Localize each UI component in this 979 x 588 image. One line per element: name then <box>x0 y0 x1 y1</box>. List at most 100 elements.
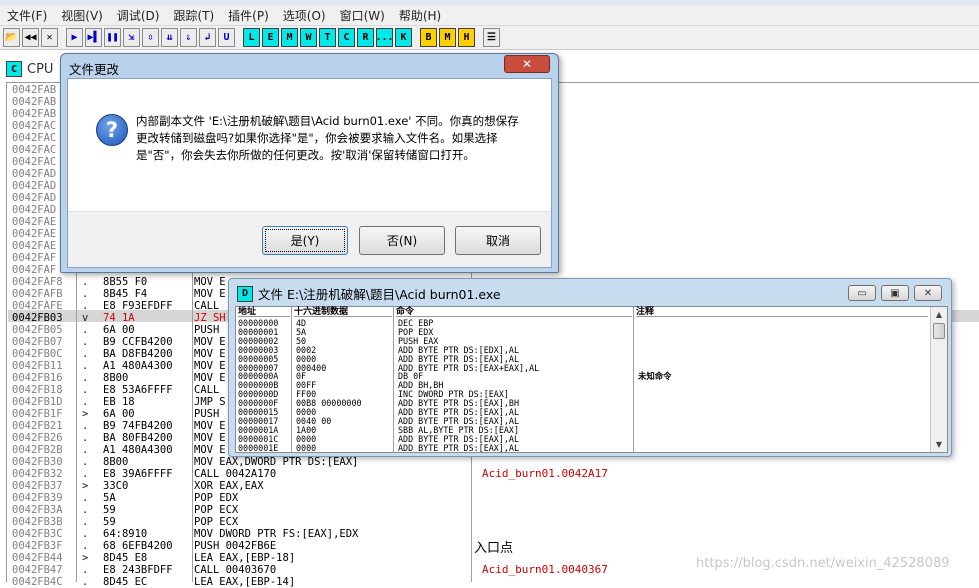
address: 0042FAE <box>12 216 57 228</box>
toolbar-button-m[interactable]: M <box>281 28 298 47</box>
header-address: 地址 <box>238 307 290 317</box>
toolbar-button-m[interactable]: M <box>439 28 456 47</box>
toolbar-button-dotsdotsdots[interactable]: ... <box>375 28 394 47</box>
column-divider <box>291 307 292 452</box>
step-into-button[interactable]: ⇲ <box>123 28 140 47</box>
jump-marker: . <box>82 564 89 576</box>
step-over-button[interactable]: ⇳ <box>142 28 159 47</box>
instruction: POP EDX <box>194 492 239 504</box>
execute-till-return-icon: ↲ <box>204 32 211 43</box>
hex-bytes: BA D8FB4200 <box>103 348 173 360</box>
instruction: XOR EAX,EAX <box>194 480 264 492</box>
step-run-button[interactable]: ▶▌ <box>85 28 102 47</box>
run-button[interactable]: ▶ <box>66 28 83 47</box>
execute-till-user-button[interactable]: U <box>218 28 235 47</box>
menu-item[interactable]: 跟踪(T) <box>166 6 221 26</box>
hex-bytes: A1 480A4300 <box>103 444 173 456</box>
address: 0042FAC <box>12 144 57 156</box>
jump-marker: . <box>82 324 89 336</box>
scroll-down-icon[interactable]: ▼ <box>932 437 946 451</box>
dump-title: 文件 E:\注册机破解\题目\Acid burn01.exe <box>258 287 501 302</box>
hex-bytes: B9 74FB4200 <box>103 420 173 432</box>
jump-marker: > <box>82 552 89 564</box>
address: 0042FB21 <box>12 420 63 432</box>
instruction: PUSH 0042FB6E <box>194 540 277 552</box>
toolbar-button-t[interactable]: T <box>319 28 336 47</box>
jump-marker: . <box>82 576 89 588</box>
step-run-icon: ▶▌ <box>87 32 100 43</box>
dump-table[interactable]: 地址 十六进制数据 命令 注释 00000000 4D DEC EBP 0000000… <box>235 306 948 453</box>
close-button[interactable]: ✕ <box>41 28 58 47</box>
toolbar-button-b[interactable]: B <box>420 28 437 47</box>
address: 0042FB0C <box>12 348 63 360</box>
run-icon: ▶ <box>71 32 78 43</box>
address: 0042FB07 <box>12 336 63 348</box>
menu-item[interactable]: 调试(D) <box>110 6 167 26</box>
toolbar-button-k[interactable]: K <box>395 28 412 47</box>
hex-bytes: A1 480A4300 <box>103 360 173 372</box>
cpu-tab[interactable]: C CPU <box>6 58 53 80</box>
minimize-button[interactable]: ▭ <box>848 285 876 301</box>
trace-over-button[interactable]: ⇓ <box>180 28 197 47</box>
menu-item[interactable]: 文件(F) <box>0 6 54 26</box>
vertical-scrollbar[interactable]: ▲ ▼ <box>930 307 947 452</box>
toolbar-button-w[interactable]: W <box>300 28 317 47</box>
menu-item[interactable]: 插件(P) <box>221 6 276 26</box>
address: 0042FB3F <box>12 540 63 552</box>
open-button[interactable]: 📂 <box>3 28 20 47</box>
maximize-button[interactable]: ▣ <box>881 285 909 301</box>
column-divider <box>633 307 634 452</box>
pause-icon: ❚❚ <box>106 32 119 43</box>
address: 0042FB16 <box>12 372 63 384</box>
jump-marker: . <box>82 420 89 432</box>
menu-item[interactable]: 帮助(H) <box>392 6 448 26</box>
address: 0042FB32 <box>12 468 63 480</box>
close-button[interactable]: ✕ <box>914 285 942 301</box>
toolbar-button-l[interactable]: L <box>243 28 260 47</box>
toolbar-button-h[interactable]: H <box>458 28 475 47</box>
toolbar-button-c[interactable]: C <box>338 28 355 47</box>
jump-marker: . <box>82 300 89 312</box>
hex-bytes: E8 F93EFDFF <box>103 300 173 312</box>
dump-command: ADD BYTE PTR DS:[EAX],AL <box>398 442 520 453</box>
list-button[interactable]: ☰ <box>483 28 500 47</box>
jump-marker: . <box>82 456 89 468</box>
header-hex: 十六进制数据 <box>294 307 392 317</box>
jump-marker: . <box>82 396 89 408</box>
hex-bytes: 64:8910 <box>103 528 148 540</box>
question-icon: ? <box>96 114 128 146</box>
menu-item[interactable]: 选项(O) <box>276 6 333 26</box>
menu-item[interactable]: 视图(V) <box>54 6 110 26</box>
menu-item[interactable]: 窗口(W) <box>333 6 392 26</box>
jump-marker: . <box>82 468 89 480</box>
column-divider <box>393 307 394 452</box>
pause-button[interactable]: ❚❚ <box>104 28 121 47</box>
dialog-close-button[interactable]: ✕ <box>504 55 550 73</box>
address: 0042FAC <box>12 120 57 132</box>
cancel-button[interactable]: 取消 <box>455 226 541 255</box>
address: 0042FAF8 <box>12 276 63 288</box>
jump-marker: . <box>82 492 89 504</box>
no-button[interactable]: 否(N) <box>359 226 445 255</box>
toolbar-button-r[interactable]: R <box>357 28 374 47</box>
entry-point-label: 入口点 <box>474 541 514 556</box>
trace-into-button[interactable]: ⇊ <box>161 28 178 47</box>
hex-bytes: 6A 00 <box>103 324 135 336</box>
toolbar-button-e[interactable]: E <box>262 28 279 47</box>
address: 0042FB30 <box>12 456 63 468</box>
yes-button[interactable]: 是(Y) <box>262 226 348 255</box>
scroll-thumb[interactable] <box>933 323 945 339</box>
instruction: MOV E <box>194 432 226 444</box>
hex-bytes: E8 39A6FFFF <box>103 468 173 480</box>
menu-bar: 文件(F) 视图(V) 调试(D) 跟踪(T) 插件(P) 选项(O) 窗口(W) 帮助(H) <box>0 6 979 26</box>
instruction: MOV E <box>194 360 226 372</box>
file-change-dialog: 文件更改 ✕ ? 内部副本文件 'E:\注册机破解\题目\Acid burn01… <box>60 53 559 273</box>
jump-marker: . <box>82 516 89 528</box>
rewind-button[interactable]: ◀◀ <box>22 28 39 47</box>
hex-bytes: 8D45 E8 <box>103 552 148 564</box>
scroll-up-icon[interactable]: ▲ <box>932 307 946 321</box>
file-dump-window: D 文件 E:\注册机破解\题目\Acid burn01.exe ▭ ▣ ✕ 地… <box>228 278 952 457</box>
hex-bytes: 8B55 F0 <box>103 276 148 288</box>
address: 0042FAFB <box>12 288 63 300</box>
execute-till-return-button[interactable]: ↲ <box>199 28 216 47</box>
